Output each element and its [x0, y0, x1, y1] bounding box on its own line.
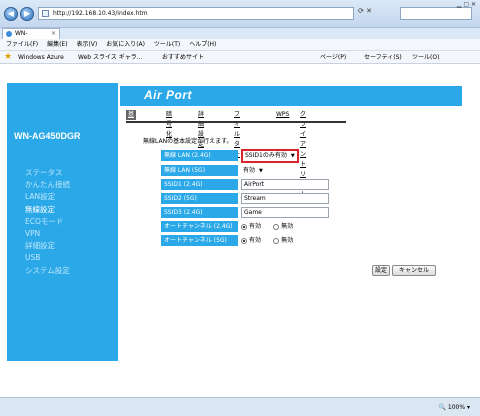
zoom-value: 100%	[447, 404, 466, 411]
tab-encryption[interactable]: 暗号化	[164, 110, 174, 138]
label-ssid1: SSID1 (2.4G)	[161, 179, 238, 190]
tab-client-list[interactable]: クライアントリスト	[298, 110, 308, 198]
address-tools[interactable]: ⟳ ✕	[358, 7, 372, 15]
intro-text: 無線LANの基本設定が行えます。	[143, 138, 233, 145]
search-input[interactable]	[400, 7, 472, 20]
menu-bar: ファイル(F) 編集(E) 表示(V) お気に入り(A) ツール(T) ヘルプ(…	[0, 39, 480, 51]
tab-bar: WN-AG450DGR ×	[0, 28, 480, 47]
favorites-star-icon[interactable]: ★	[4, 52, 12, 63]
menu-help[interactable]: ヘルプ(H)	[189, 41, 216, 48]
field-wlan-24g: SSID1のみ有効 ▼	[241, 149, 299, 163]
auto-5g-disable-radio[interactable]	[273, 237, 280, 244]
sidebar-item-vpn[interactable]: VPN	[25, 228, 70, 240]
auto-5g-enable-radio[interactable]	[241, 237, 247, 244]
address-bar[interactable]: http://192.168.10.43/index.htm	[38, 7, 354, 20]
sidebar-title: WN-AG450DGR	[14, 131, 81, 141]
favorites-bar: ★ Windows Azure Web スライス ギャラ... おすすめサイト …	[0, 51, 480, 64]
auto-24g-enable-radio[interactable]	[241, 223, 247, 230]
row-ssid1: SSID1 (2.4G)	[161, 179, 381, 190]
menu-view[interactable]: 表示(V)	[76, 41, 97, 48]
menu-tools[interactable]: ツール(T)	[154, 41, 180, 48]
field-auto-channel-24g: 有効 無効	[241, 221, 303, 232]
wlan-5g-value: 有効	[243, 167, 256, 174]
forward-icon[interactable]: ▶	[20, 7, 34, 21]
row-ssid3: SSID3 (2.4G)	[161, 207, 381, 218]
tab-advanced[interactable]: 詳細設定	[196, 110, 206, 148]
close-tab-icon[interactable]: ×	[51, 29, 56, 39]
auto-24g-disable-radio[interactable]	[273, 223, 280, 230]
label-wlan-5g: 無線 LAN (5G)	[161, 165, 238, 176]
dropdown-arrow-icon: ▼	[259, 168, 263, 174]
fav-web-slice-gallery[interactable]: Web スライス ギャラ...	[78, 51, 142, 64]
sidebar-item-usb[interactable]: USB	[25, 252, 70, 264]
cmd-page[interactable]: ページ(P)	[320, 51, 346, 64]
fav-windows-azure[interactable]: Windows Azure	[18, 51, 64, 64]
cmd-safety[interactable]: セーフティ(S)	[364, 51, 402, 64]
status-bar: 🔍 100% ▾	[0, 397, 480, 416]
wlan-24g-select[interactable]: SSID1のみ有効 ▼	[241, 149, 299, 163]
window-controls[interactable]: ▁ ▢ ✕	[457, 1, 476, 8]
field-wlan-5g: 有効 ▼	[241, 165, 263, 176]
tabs-underline	[126, 121, 346, 123]
wlan-24g-value: SSID1のみ有効	[245, 152, 287, 159]
auto-5g-enable-label: 有効	[249, 237, 262, 244]
field-ssid3	[241, 207, 329, 218]
auto-5g-disable-label: 無効	[281, 237, 294, 244]
sidebar-item-eco[interactable]: ECOモード	[25, 216, 70, 228]
sidebar-item-system[interactable]: システム設定	[25, 265, 70, 277]
cancel-button[interactable]: キャンセル	[392, 265, 436, 276]
page-banner: Air Port	[120, 86, 462, 106]
back-icon[interactable]: ◀	[4, 7, 18, 21]
menu-edit[interactable]: 編集(E)	[47, 41, 67, 48]
row-auto-channel-24g: オートチャンネル (2.4G) 有効 無効	[161, 221, 381, 232]
field-ssid1	[241, 179, 329, 190]
auto-24g-enable-label: 有効	[249, 223, 262, 230]
fav-suggested-sites[interactable]: おすすめサイト	[162, 51, 204, 64]
sidebar-item-status[interactable]: ステータス	[25, 167, 70, 179]
browser-tab[interactable]: WN-AG450DGR ×	[2, 28, 60, 47]
sidebar-item-lan[interactable]: LAN設定	[25, 191, 70, 203]
field-ssid2	[241, 193, 329, 204]
ie-icon	[6, 31, 12, 37]
label-auto-channel-5g: オートチャンネル (5G)	[161, 235, 238, 246]
label-ssid3: SSID3 (2.4G)	[161, 207, 238, 218]
row-wlan-5g: 無線 LAN (5G) 有効 ▼	[161, 165, 381, 176]
field-auto-channel-5g: 有効 無効	[241, 235, 303, 246]
auto-24g-disable-label: 無効	[281, 223, 294, 230]
tab-wps[interactable]: WPS	[274, 110, 291, 120]
zoom-level[interactable]: 🔍 100% ▾	[439, 404, 470, 411]
label-auto-channel-24g: オートチャンネル (2.4G)	[161, 221, 238, 232]
ssid3-input[interactable]	[241, 207, 329, 218]
ssid2-input[interactable]	[241, 193, 329, 204]
menu-file[interactable]: ファイル(F)	[6, 41, 38, 48]
url-text: http://192.168.10.43/index.htm	[53, 10, 148, 17]
sidebar-item-advanced[interactable]: 詳細設定	[25, 240, 70, 252]
ssid1-input[interactable]	[241, 179, 329, 190]
page-title: Air Port	[144, 88, 193, 102]
sidebar-item-wireless[interactable]: 無線設定	[25, 204, 70, 216]
row-auto-channel-5g: オートチャンネル (5G) 有効 無効	[161, 235, 381, 246]
label-ssid2: SSID2 (5G)	[161, 193, 238, 204]
menu-favorites[interactable]: お気に入り(A)	[106, 41, 145, 48]
label-wlan-24g: 無線 LAN (2.4G)	[161, 150, 238, 161]
wlan-5g-select[interactable]: 有効 ▼	[241, 165, 263, 176]
page-icon	[42, 10, 49, 17]
save-button[interactable]: 設定	[372, 265, 390, 276]
tab-basic[interactable]: 基本設定	[126, 110, 137, 148]
sidebar: WN-AG450DGR ステータス かんたん接続 LAN設定 無線設定 ECOモ…	[7, 83, 118, 361]
browser-titlebar: ◀ ▶ http://192.168.10.43/index.htm ⟳ ✕ ▁…	[0, 0, 480, 28]
tab-filter[interactable]: フィルター	[232, 110, 242, 158]
page-content: WN-AG450DGR ステータス かんたん接続 LAN設定 無線設定 ECOモ…	[0, 64, 480, 397]
cmd-tools[interactable]: ツール(O)	[412, 51, 439, 64]
dropdown-arrow-icon: ▼	[290, 153, 295, 159]
sidebar-item-easy-connect[interactable]: かんたん接続	[25, 179, 70, 191]
sidebar-menu: ステータス かんたん接続 LAN設定 無線設定 ECOモード VPN 詳細設定 …	[25, 167, 70, 277]
row-wlan-24g: 無線 LAN (2.4G) SSID1のみ有効 ▼	[161, 149, 381, 163]
row-ssid2: SSID2 (5G)	[161, 193, 381, 204]
